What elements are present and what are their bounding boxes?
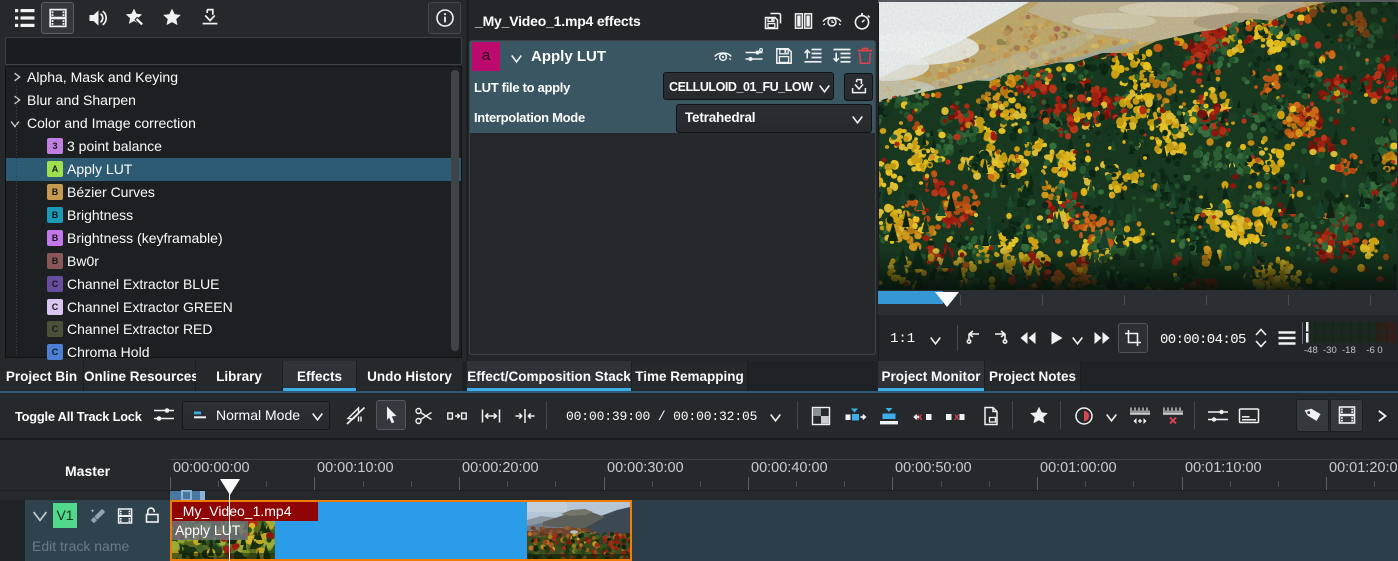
svg-text:x: x (954, 412, 960, 423)
